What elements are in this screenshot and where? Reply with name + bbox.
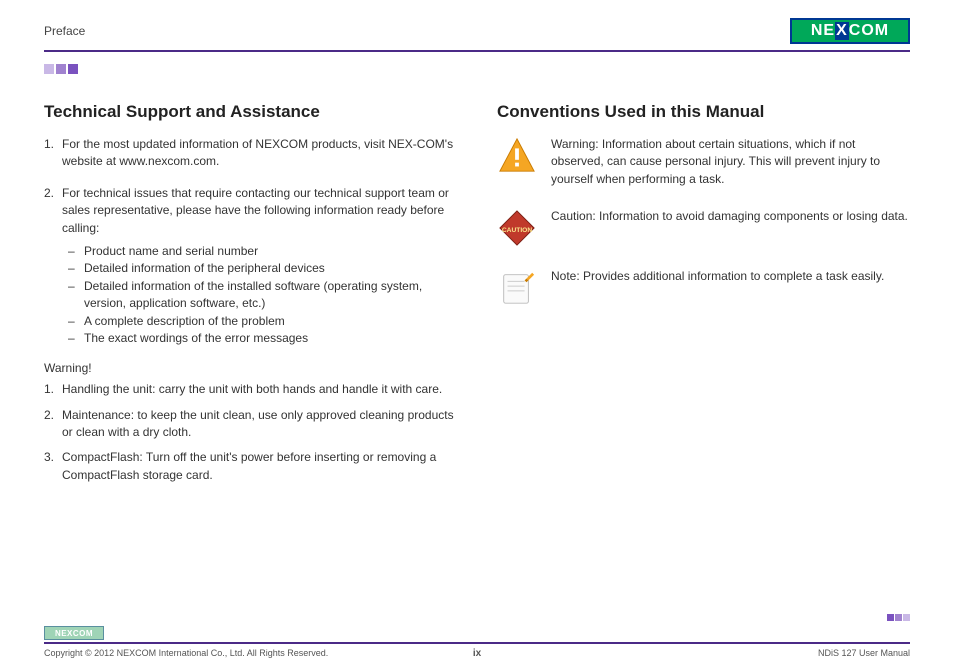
item-number: 2. — [44, 407, 54, 424]
list-item: 3. CompactFlash: Turn off the unit's pow… — [62, 449, 457, 484]
logo-text-left: NE — [811, 22, 835, 40]
left-column: Technical Support and Assistance 1. For … — [44, 102, 457, 492]
doc-title: NDiS 127 User Manual — [818, 648, 910, 658]
footer-squares — [887, 614, 910, 621]
logo-text-right: COM — [849, 22, 889, 40]
convention-warning: Warning: Information about certain situa… — [497, 136, 910, 188]
note-icon — [497, 268, 537, 308]
footer-logo: NEXCOM — [44, 626, 104, 640]
list-item: 1. For the most updated information of N… — [62, 136, 457, 171]
svg-text:CAUTION: CAUTION — [502, 227, 532, 234]
warning-text: Warning: Information about certain situa… — [551, 136, 910, 188]
sub-item: A complete description of the problem — [84, 313, 457, 330]
square-light — [44, 64, 54, 74]
section-label: Preface — [44, 24, 85, 38]
tech-support-heading: Technical Support and Assistance — [44, 102, 457, 122]
item-number: 2. — [44, 185, 54, 202]
page-number: ix — [473, 648, 481, 659]
note-text: Note: Provides additional information to… — [551, 268, 884, 308]
list-item: 1. Handling the unit: carry the unit wit… — [62, 381, 457, 398]
list-item: 2. Maintenance: to keep the unit clean, … — [62, 407, 457, 442]
square-dark — [68, 64, 78, 74]
header-rule — [44, 50, 910, 52]
convention-caution: CAUTION Caution: Information to avoid da… — [497, 208, 910, 248]
logo-text-x: X — [835, 22, 849, 40]
item-number: 1. — [44, 381, 54, 398]
copyright-text: Copyright © 2012 NEXCOM International Co… — [44, 648, 328, 658]
square-mid — [56, 64, 66, 74]
item-number: 1. — [44, 136, 54, 153]
item-text: CompactFlash: Turn off the unit's power … — [62, 450, 436, 481]
warning-heading: Warning! — [44, 361, 457, 375]
item-text: For the most updated information of NEXC… — [62, 137, 453, 168]
list-item: 2. For technical issues that require con… — [62, 185, 457, 348]
caution-text: Caution: Information to avoid damaging c… — [551, 208, 908, 248]
square-dark — [887, 614, 894, 621]
conventions-heading: Conventions Used in this Manual — [497, 102, 910, 122]
decorative-squares — [44, 64, 910, 74]
footer: NEXCOM Copyright © 2012 NEXCOM Internati… — [44, 626, 910, 658]
right-column: Conventions Used in this Manual Warning:… — [497, 102, 910, 492]
footer-rule — [44, 642, 910, 644]
sub-item: The exact wordings of the error messages — [84, 330, 457, 347]
convention-note: Note: Provides additional information to… — [497, 268, 910, 308]
nexcom-logo: NEXCOM — [790, 18, 910, 44]
square-mid — [895, 614, 902, 621]
caution-icon: CAUTION — [497, 208, 537, 248]
square-light — [903, 614, 910, 621]
sub-item: Detailed information of the peripheral d… — [84, 260, 457, 277]
warning-icon — [497, 136, 537, 176]
item-number: 3. — [44, 449, 54, 466]
item-text: Handling the unit: carry the unit with b… — [62, 382, 442, 396]
sub-item: Detailed information of the installed so… — [84, 278, 457, 313]
item-text: For technical issues that require contac… — [62, 186, 449, 235]
item-text: Maintenance: to keep the unit clean, use… — [62, 408, 454, 439]
sub-item: Product name and serial number — [84, 243, 457, 260]
